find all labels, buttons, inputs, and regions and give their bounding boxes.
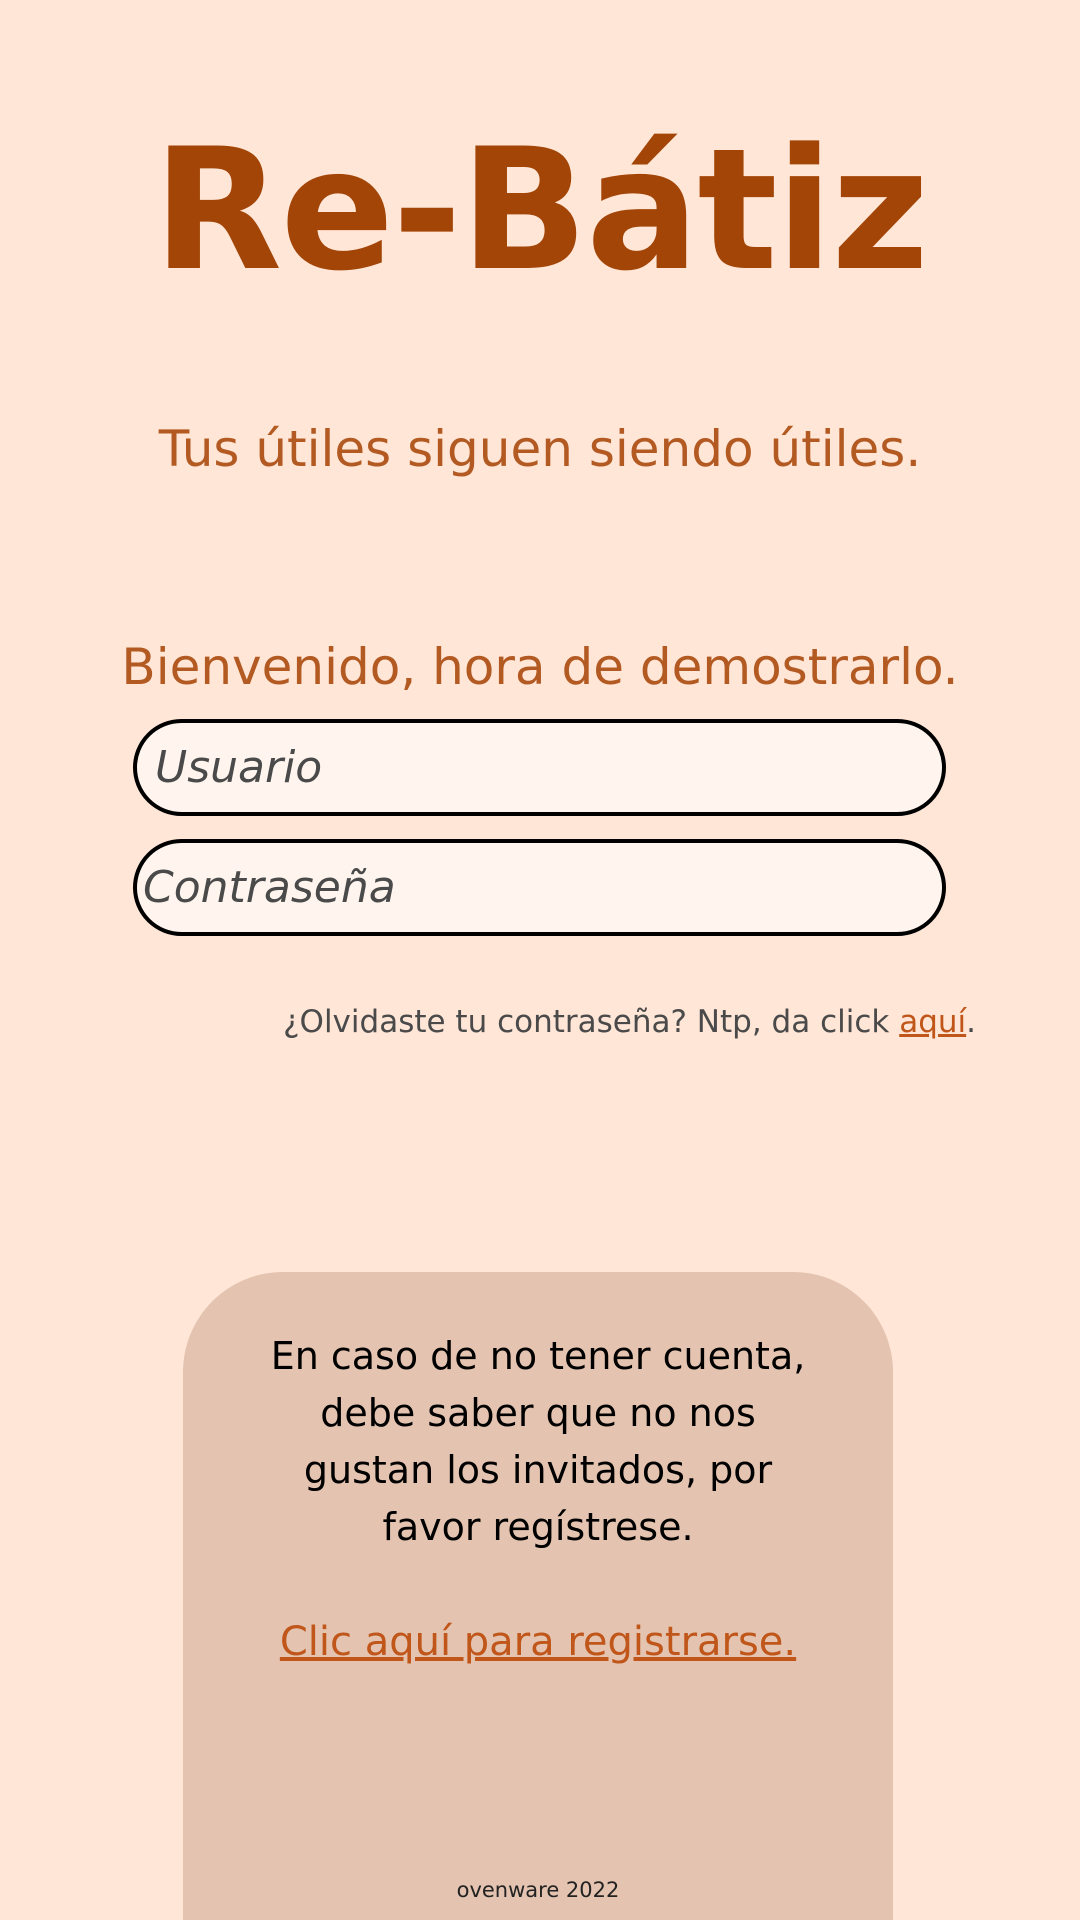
footer-text: ovenware 2022 bbox=[456, 1878, 620, 1902]
welcome-heading: Bienvenido, hora de demostrarlo. bbox=[121, 638, 959, 696]
forgot-password-prefix: ¿Olvidaste tu contraseña? Ntp, da click bbox=[283, 1004, 900, 1040]
register-link[interactable]: Clic aquí para registrarse. bbox=[183, 1612, 893, 1672]
brand-title: Re-Bátiz bbox=[152, 112, 929, 308]
forgot-password-suffix: . bbox=[966, 1004, 976, 1040]
username-input[interactable] bbox=[133, 719, 946, 816]
tagline: Tus útiles siguen siendo útiles. bbox=[158, 420, 922, 478]
forgot-password-link[interactable]: aquí bbox=[899, 1004, 966, 1040]
register-card: En caso de no tener cuenta, debe saber q… bbox=[183, 1272, 893, 1920]
register-message: En caso de no tener cuenta, debe saber q… bbox=[270, 1334, 806, 1549]
forgot-password-text: ¿Olvidaste tu contraseña? Ntp, da click … bbox=[283, 1000, 976, 1044]
password-input[interactable] bbox=[133, 839, 946, 936]
